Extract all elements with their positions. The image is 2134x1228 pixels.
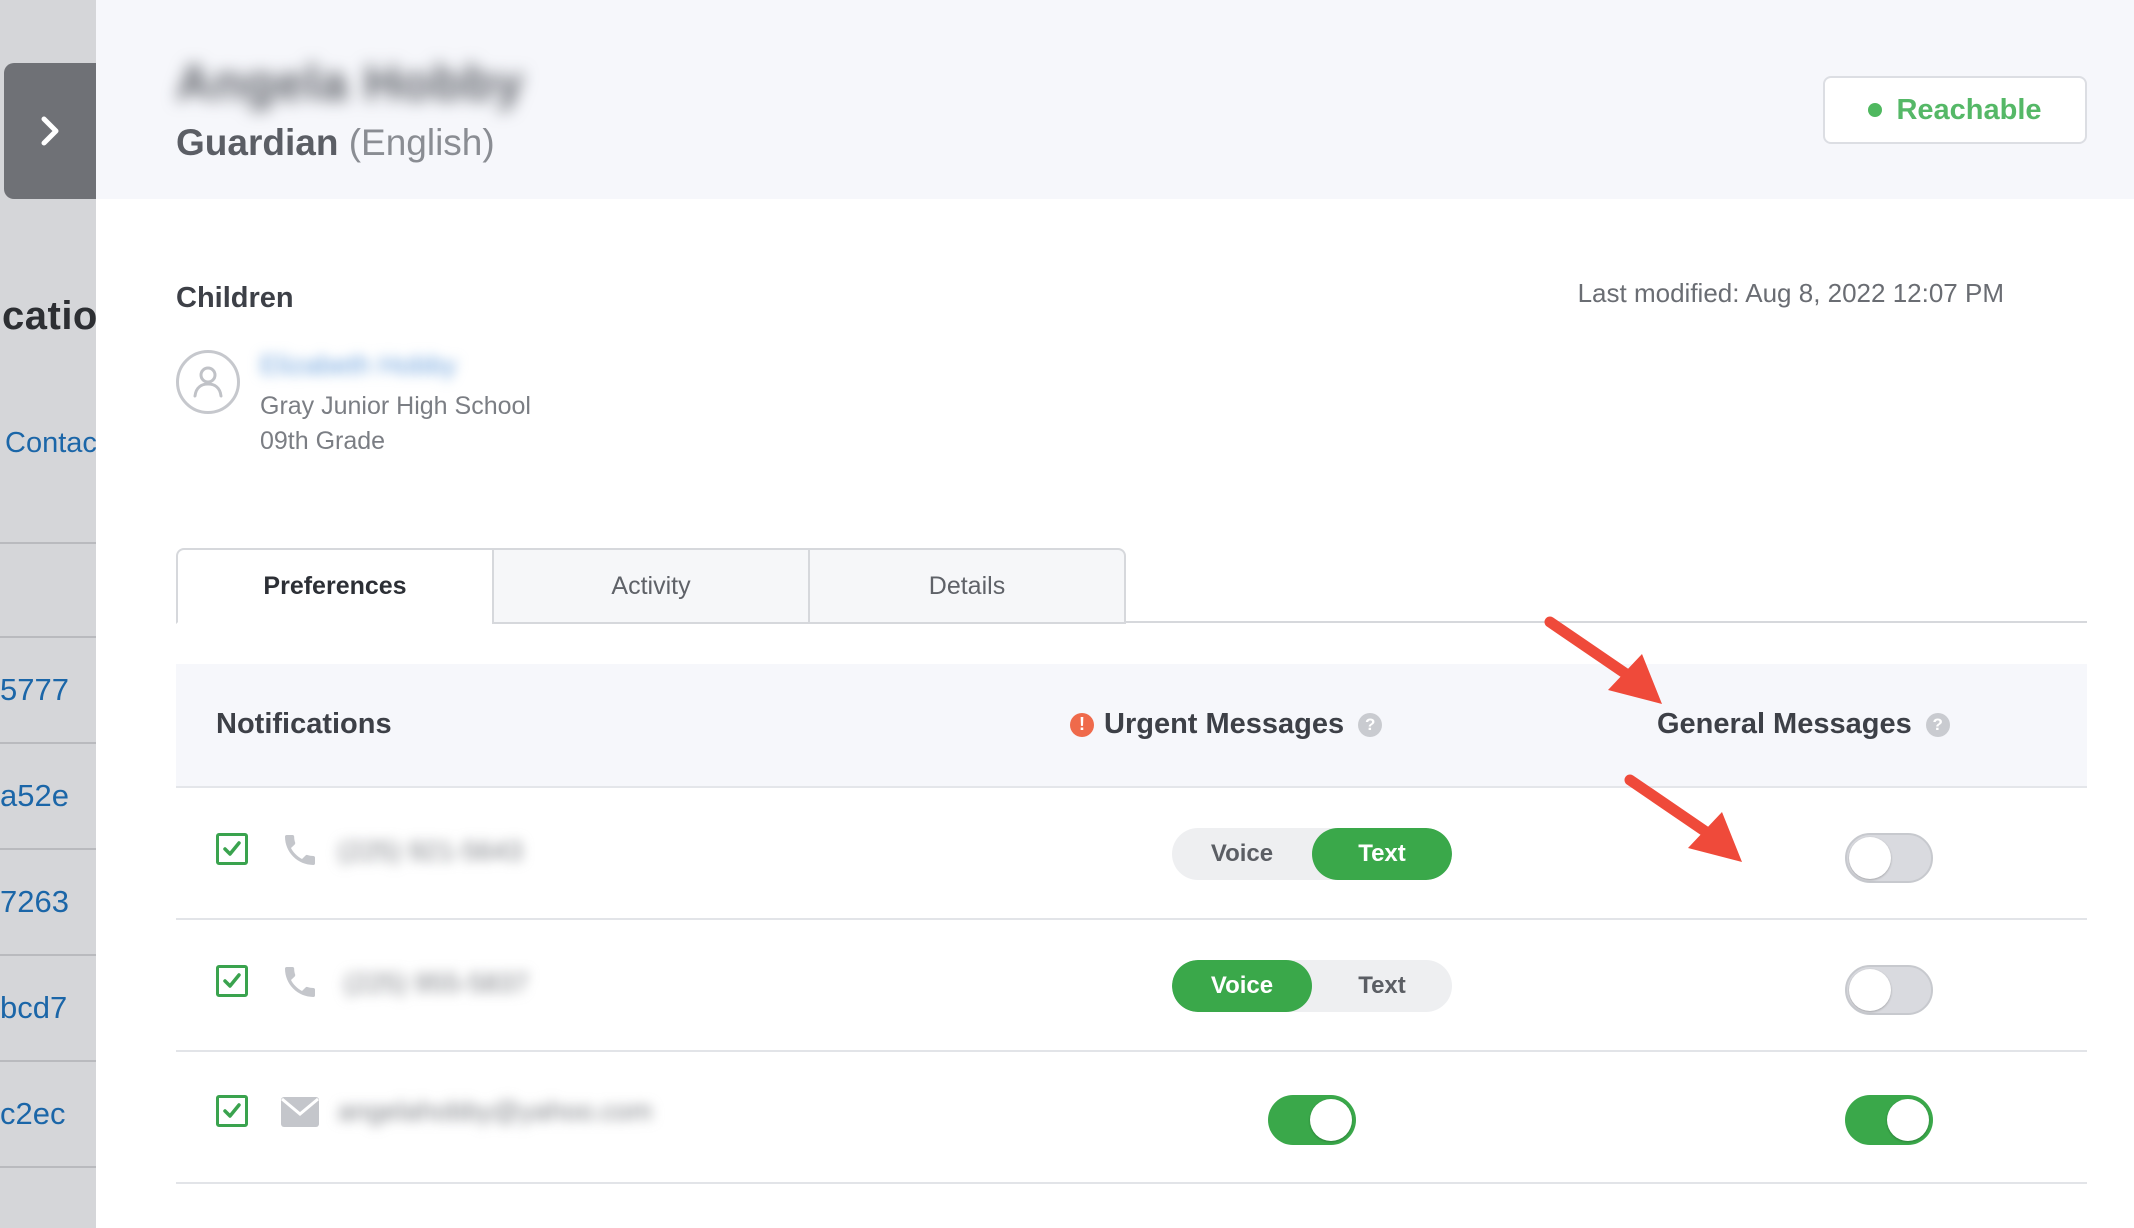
annotation-arrow-icon — [1624, 774, 1742, 862]
urgent-channel-selector: Voice Text — [1172, 960, 1452, 1012]
voice-option[interactable]: Voice — [1172, 828, 1312, 880]
expand-panel-button[interactable] — [4, 63, 96, 199]
children-heading: Children — [176, 282, 294, 314]
help-icon[interactable]: ? — [1925, 712, 1950, 737]
general-column-header: General Messages ? — [1657, 708, 1950, 741]
contact-role-line: Guardian (English) — [176, 122, 495, 164]
toggle-knob — [1849, 837, 1891, 879]
background-title-fragment: catio — [2, 294, 96, 338]
background-row-text: 7263 — [0, 884, 69, 919]
row-checkbox[interactable] — [216, 833, 248, 865]
urgent-header-label: Urgent Messages — [1104, 708, 1345, 740]
avatar-icon — [176, 350, 240, 414]
background-row: a52e — [0, 742, 96, 849]
preferences-table-header: Notifications ! Urgent Messages ? Genera… — [176, 664, 2087, 788]
row-checkbox[interactable] — [216, 1095, 248, 1127]
contact-detail-panel: Angela Hobby Guardian (English) Reachabl… — [96, 0, 2134, 1228]
tab-preferences[interactable]: Preferences — [176, 548, 494, 624]
table-row: (225) 921-5643 Voice Text — [176, 788, 2087, 920]
phone-icon — [280, 830, 320, 870]
child-school: Gray Junior High School — [260, 392, 531, 420]
general-messages-toggle[interactable] — [1845, 1095, 1933, 1145]
toggle-knob — [1310, 1099, 1352, 1141]
phone-number: (225) 921-5643 — [338, 836, 523, 866]
notifications-header-label: Notifications — [216, 708, 392, 740]
general-messages-toggle[interactable] — [1845, 833, 1933, 883]
checkmark-icon — [223, 1103, 241, 1118]
panel-header: Angela Hobby Guardian (English) Reachabl… — [96, 0, 2134, 199]
annotation-arrow-icon — [1544, 616, 1662, 704]
voice-option[interactable]: Voice — [1172, 960, 1312, 1012]
general-header-label: General Messages — [1657, 708, 1912, 740]
contact-role: Guardian — [176, 122, 339, 163]
background-row — [0, 1166, 96, 1228]
tab-details[interactable]: Details — [808, 548, 1126, 624]
notifications-column-header: Notifications — [216, 708, 392, 741]
table-row: (225) 955-5837 Voice Text — [176, 920, 2087, 1052]
mail-icon — [280, 1092, 320, 1132]
checkmark-icon — [223, 973, 241, 988]
checkmark-icon — [223, 841, 241, 856]
table-row: angelahobby@yahoo.com — [176, 1052, 2087, 1184]
background-row: c2ec — [0, 1060, 96, 1167]
background-row: 7263 — [0, 848, 96, 955]
general-messages-toggle[interactable] — [1845, 965, 1933, 1015]
background-link-fragment: Contac — [5, 427, 96, 459]
toggle-knob — [1849, 969, 1891, 1011]
text-option[interactable]: Text — [1312, 960, 1452, 1012]
person-icon — [193, 366, 223, 398]
urgent-channel-selector: Voice Text — [1172, 828, 1452, 880]
alert-icon: ! — [1070, 712, 1094, 737]
child-grade: 09th Grade — [260, 427, 386, 455]
contact-language: (English) — [348, 122, 495, 163]
row-checkbox[interactable] — [216, 965, 248, 997]
background-row-text: 5777 — [0, 672, 69, 707]
background-row-text: bcd7 — [0, 990, 68, 1025]
email-address: angelahobby@yahoo.com — [338, 1096, 653, 1126]
background-row-text: a52e — [0, 778, 69, 813]
urgent-messages-toggle[interactable] — [1268, 1095, 1356, 1145]
toggle-knob — [1887, 1099, 1929, 1141]
tab-activity[interactable]: Activity — [492, 548, 810, 624]
reachable-status-button[interactable]: Reachable — [1823, 76, 2087, 144]
status-dot-icon — [1868, 103, 1883, 117]
contact-name: Angela Hobby — [176, 55, 525, 111]
urgent-column-header: ! Urgent Messages ? — [1070, 708, 1383, 741]
phone-number: (225) 955-5837 — [344, 968, 529, 998]
background-row: bcd7 — [0, 954, 96, 1061]
child-name-link[interactable]: Elizabeth Hobby — [260, 350, 457, 381]
text-option[interactable]: Text — [1312, 828, 1452, 880]
background-row-text: c2ec — [0, 1096, 66, 1131]
chevron-right-icon — [41, 116, 59, 146]
background-row — [0, 542, 96, 649]
background-row: 5777 — [0, 636, 96, 743]
background-page: catio Contac 5777 a52e 7263 bcd7 c2ec — [0, 0, 96, 1228]
tab-bar: Preferences Activity Details — [176, 548, 1126, 624]
phone-icon — [280, 962, 320, 1002]
help-icon[interactable]: ? — [1358, 712, 1383, 737]
last-modified: Last modified: Aug 8, 2022 12:07 PM — [1577, 278, 2004, 308]
status-label: Reachable — [1896, 93, 2042, 126]
